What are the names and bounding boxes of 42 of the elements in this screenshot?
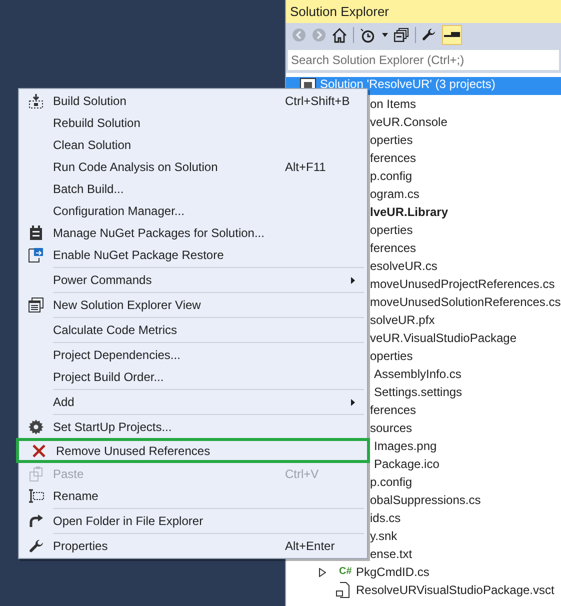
collapsed-arrow-icon[interactable]	[319, 568, 326, 576]
menu-item[interactable]: Open Folder in File Explorer	[19, 510, 367, 532]
history-icon[interactable]	[360, 28, 376, 42]
menu-item[interactable]: Power Commands	[19, 269, 367, 291]
menu-item[interactable]: Rebuild Solution	[19, 112, 367, 134]
menu-item[interactable]: Run Code Analysis on Solution Alt+F11	[19, 156, 367, 178]
pin-icon	[444, 32, 460, 38]
restore-icon	[28, 247, 44, 263]
wrench-icon	[28, 538, 44, 554]
menu-item[interactable]: Set StartUp Projects...	[19, 416, 367, 438]
clipboard-icon	[29, 466, 43, 482]
menu-item[interactable]: Add	[19, 391, 367, 413]
menu-item[interactable]: Batch Build...	[19, 178, 367, 200]
search-field[interactable]: Search Solution Explorer (Ctrl+;)	[288, 50, 559, 70]
menu-item[interactable]: Configuration Manager...	[19, 200, 367, 222]
menu-item[interactable]: Manage NuGet Packages for Solution...	[19, 222, 367, 244]
collapse-all-icon[interactable]	[394, 28, 409, 42]
panel-title: Solution Explorer	[286, 0, 561, 23]
build-icon	[28, 93, 44, 109]
menu-item[interactable]: Remove Unused References	[16, 438, 370, 463]
tree-item[interactable]: ResolveURVisualStudioPackage.vsct	[286, 581, 561, 599]
home-icon[interactable]	[332, 28, 347, 42]
pin-button[interactable]	[442, 25, 462, 45]
package-icon	[29, 225, 43, 241]
window-icon	[28, 297, 44, 313]
menu-item[interactable]: Calculate Code Metrics	[19, 319, 367, 341]
csharp-file-icon: C#	[339, 567, 352, 577]
menu-item[interactable]: Project Build Order...	[19, 366, 367, 388]
caret-icon[interactable]	[382, 33, 388, 37]
tree-item[interactable]: C# PkgCmdID.cs	[286, 563, 561, 581]
menu-item[interactable]: Rename	[19, 485, 367, 507]
settings-icon	[28, 419, 44, 435]
menu-item[interactable]: Project Dependencies...	[19, 344, 367, 366]
menu-item[interactable]: Properties Alt+Enter	[19, 535, 367, 557]
wrench-icon[interactable]	[422, 28, 436, 42]
file-icon	[336, 582, 350, 598]
menu-item[interactable]: Clean Solution	[19, 134, 367, 156]
cross-icon	[32, 444, 46, 458]
curved-arrow-icon	[28, 514, 44, 528]
rename-icon	[28, 489, 44, 503]
menu-item[interactable]: New Solution Explorer View	[19, 294, 367, 316]
menu-item[interactable]: Enable NuGet Package Restore	[19, 244, 367, 266]
